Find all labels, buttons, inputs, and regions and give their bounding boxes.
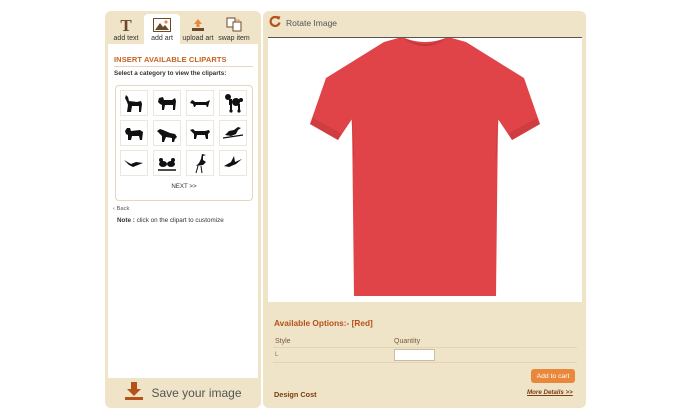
note-body: click on the clipart to customize (134, 217, 224, 224)
divider (273, 347, 577, 348)
dog-schnauzer-icon (158, 97, 176, 110)
tab-add-art[interactable]: add art (144, 14, 180, 44)
note-label: Note : (117, 217, 135, 224)
quantity-header: Quantity (394, 338, 421, 345)
dog-poodle-icon (225, 94, 243, 113)
swallow-bird-icon (124, 160, 143, 167)
available-options-title: Available Options:- [Red] (274, 318, 373, 328)
clipart-item[interactable] (120, 150, 148, 176)
save-label: Save your image (151, 386, 242, 400)
clipart-grid: NEXT >> (115, 85, 253, 201)
clipart-item[interactable] (153, 90, 181, 116)
clipart-item[interactable] (186, 120, 214, 146)
back-link[interactable]: ‹ Back (113, 206, 129, 212)
add-to-cart-button[interactable]: Add to cart (531, 369, 575, 383)
rotate-icon (269, 14, 281, 32)
style-header: Style (275, 338, 291, 345)
note-text: Note : click on the clipart to customize (117, 217, 224, 224)
clipart-item[interactable] (153, 150, 181, 176)
dog-doberman-icon (125, 95, 142, 112)
clipart-item[interactable] (186, 150, 214, 176)
clipart-item[interactable] (219, 120, 247, 146)
clipart-item[interactable] (120, 90, 148, 116)
tshirt-image (310, 37, 540, 296)
divider (114, 66, 253, 67)
upload-icon (180, 16, 216, 33)
bird-on-branch-icon (222, 127, 244, 139)
dog-bulldog-icon (125, 128, 143, 140)
more-details-link[interactable]: More Details >> (527, 389, 573, 396)
wild-dog-icon (190, 129, 210, 139)
design-cost-label: Design Cost (274, 390, 317, 399)
quantity-input[interactable] (394, 349, 435, 361)
save-image-button[interactable]: Save your image (108, 378, 258, 408)
image-icon (144, 16, 180, 33)
swap-icon (216, 16, 252, 33)
clipart-item[interactable] (219, 90, 247, 116)
clipart-item[interactable] (219, 150, 247, 176)
product-panel: Rotate Image Available Options:- [Red] S… (263, 11, 586, 408)
tab-add-text[interactable]: T add text (108, 14, 144, 44)
heron-icon (195, 154, 206, 174)
clipart-title: INSERT AVAILABLE CLIPARTS (114, 55, 227, 64)
birds-pair-icon (158, 158, 176, 171)
back-label: Back (116, 206, 130, 212)
download-icon (124, 381, 144, 406)
tab-upload-art[interactable]: upload art (180, 14, 216, 44)
next-clipart-link[interactable]: NEXT >> (116, 183, 252, 190)
text-t-icon: T (108, 16, 144, 33)
tab-swap-item[interactable]: swap item (216, 14, 252, 44)
tab-label: swap item (218, 35, 250, 42)
tool-tabs: T add text add art upload art swap item (108, 14, 258, 44)
rotate-image-button[interactable]: Rotate Image (269, 15, 337, 31)
clipart-content: INSERT AVAILABLE CLIPARTS Select a categ… (108, 44, 258, 378)
design-tools-panel: T add text add art upload art swap item … (105, 11, 261, 408)
rotate-label: Rotate Image (286, 18, 338, 28)
clipart-item[interactable] (153, 120, 181, 146)
flying-bird-icon (224, 156, 242, 167)
dog-dachshund-icon (190, 100, 210, 107)
product-preview[interactable] (268, 37, 582, 302)
divider (273, 362, 577, 363)
clipart-subtitle: Select a category to view the cliparts: (114, 70, 227, 77)
clipart-item[interactable] (120, 120, 148, 146)
style-value: L (275, 352, 279, 358)
svg-text:T: T (120, 17, 132, 33)
clipart-item[interactable] (186, 90, 214, 116)
hyena-icon (157, 129, 177, 142)
